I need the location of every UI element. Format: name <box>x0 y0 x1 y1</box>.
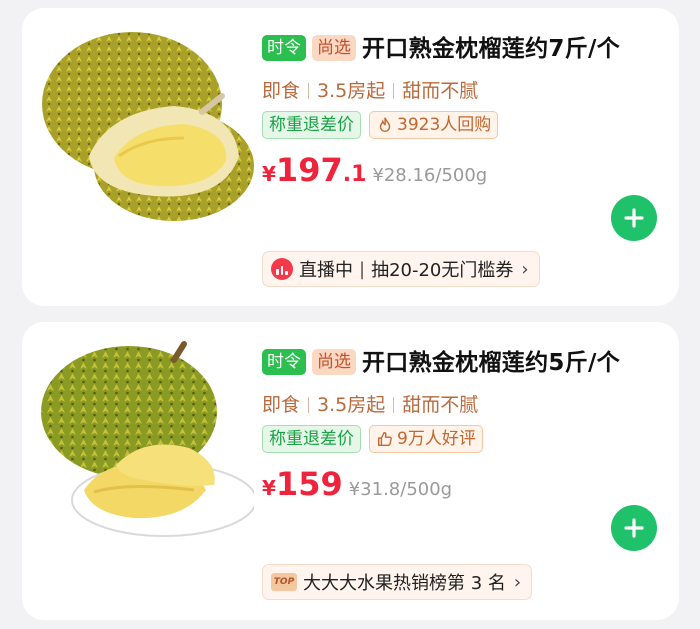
product-card[interactable]: 时令 尚选 开口熟金枕榴莲约7斤/个 即食 3.5房起 甜而不腻 称重退差价 392… <box>22 8 679 306</box>
attribute: 即食 <box>262 394 301 416</box>
weight-refund-badge: 称重退差价 <box>262 425 361 453</box>
product-title[interactable]: 时令 尚选 开口熟金枕榴莲约7斤/个 <box>262 32 662 67</box>
attribute: 3.5房起 <box>317 80 386 102</box>
product-card[interactable]: 时令 尚选 开口熟金枕榴莲约5斤/个 即食 3.5房起 甜而不腻 称重退差价 9万人… <box>22 322 679 620</box>
durian-open-image <box>42 32 254 221</box>
price-integer: 197 <box>275 151 343 189</box>
unit-price: ¥28.16/500g <box>372 165 488 186</box>
add-to-cart-button[interactable] <box>611 195 657 241</box>
attribute: 即食 <box>262 80 301 102</box>
durian-plate-image <box>41 341 254 537</box>
repurchase-badge: 3923人回购 <box>369 111 499 139</box>
divider <box>308 397 310 413</box>
add-to-cart-button[interactable] <box>611 505 657 551</box>
currency-symbol: ¥ <box>262 476 276 500</box>
ranking-promo-banner[interactable]: TOP 大大大水果热销榜第 3 名 › <box>262 564 533 600</box>
ranking-text: 大大大水果热销榜第 3 名 <box>303 573 506 594</box>
currency-symbol: ¥ <box>262 162 276 186</box>
product-attributes: 即食 3.5房起 甜而不腻 <box>262 77 662 105</box>
attribute: 3.5房起 <box>317 394 386 416</box>
unit-price: ¥31.8/500g <box>348 479 453 500</box>
live-icon <box>271 258 293 280</box>
price: ¥197.1 <box>262 151 366 189</box>
weight-refund-badge: 称重退差价 <box>262 111 361 139</box>
divider <box>308 83 310 99</box>
divider <box>393 83 395 99</box>
divider <box>393 397 395 413</box>
rating-badge: 9万人好评 <box>369 425 483 453</box>
product-image[interactable] <box>34 340 254 540</box>
live-status-text: 直播中 <box>299 260 353 281</box>
thumbs-up-icon <box>378 432 392 446</box>
repurchase-text: 3923人回购 <box>397 115 492 135</box>
price-integer: 159 <box>275 465 343 503</box>
price-row: ¥197.1 ¥28.16/500g <box>262 151 662 189</box>
top-rank-icon: TOP <box>271 573 297 591</box>
product-info: 时令 尚选 开口熟金枕榴莲约7斤/个 即食 3.5房起 甜而不腻 称重退差价 392… <box>262 32 662 189</box>
promo-divider: | <box>359 258 366 280</box>
price-decimal: .1 <box>342 162 367 187</box>
chevron-right-icon: › <box>521 258 529 280</box>
product-title[interactable]: 时令 尚选 开口熟金枕榴莲约5斤/个 <box>262 346 662 381</box>
price: ¥159 <box>262 465 343 503</box>
plus-icon <box>624 208 644 228</box>
rating-text: 9万人好评 <box>397 429 476 449</box>
badge-row: 称重退差价 9万人好评 <box>262 425 662 453</box>
product-info: 时令 尚选 开口熟金枕榴莲约5斤/个 即食 3.5房起 甜而不腻 称重退差价 9万人… <box>262 346 662 503</box>
premium-tag: 尚选 <box>312 35 356 61</box>
coupon-text: 抽20-20无门槛券 <box>371 260 514 281</box>
attribute: 甜而不腻 <box>402 394 479 416</box>
price-row: ¥159 ¥31.8/500g <box>262 465 662 503</box>
live-promo-banner[interactable]: 直播中 | 抽20-20无门槛券 › <box>262 251 540 287</box>
premium-tag: 尚选 <box>312 349 356 375</box>
product-attributes: 即食 3.5房起 甜而不腻 <box>262 391 662 419</box>
seasonal-tag: 时令 <box>262 35 306 61</box>
flame-icon <box>379 117 391 133</box>
seasonal-tag: 时令 <box>262 349 306 375</box>
plus-icon <box>624 518 644 538</box>
product-title-text: 开口熟金枕榴莲约5斤/个 <box>362 350 621 376</box>
attribute: 甜而不腻 <box>402 80 479 102</box>
chevron-right-icon: › <box>513 571 522 593</box>
product-image[interactable] <box>34 26 254 226</box>
product-title-text: 开口熟金枕榴莲约7斤/个 <box>362 36 621 62</box>
badge-row: 称重退差价 3923人回购 <box>262 111 662 139</box>
